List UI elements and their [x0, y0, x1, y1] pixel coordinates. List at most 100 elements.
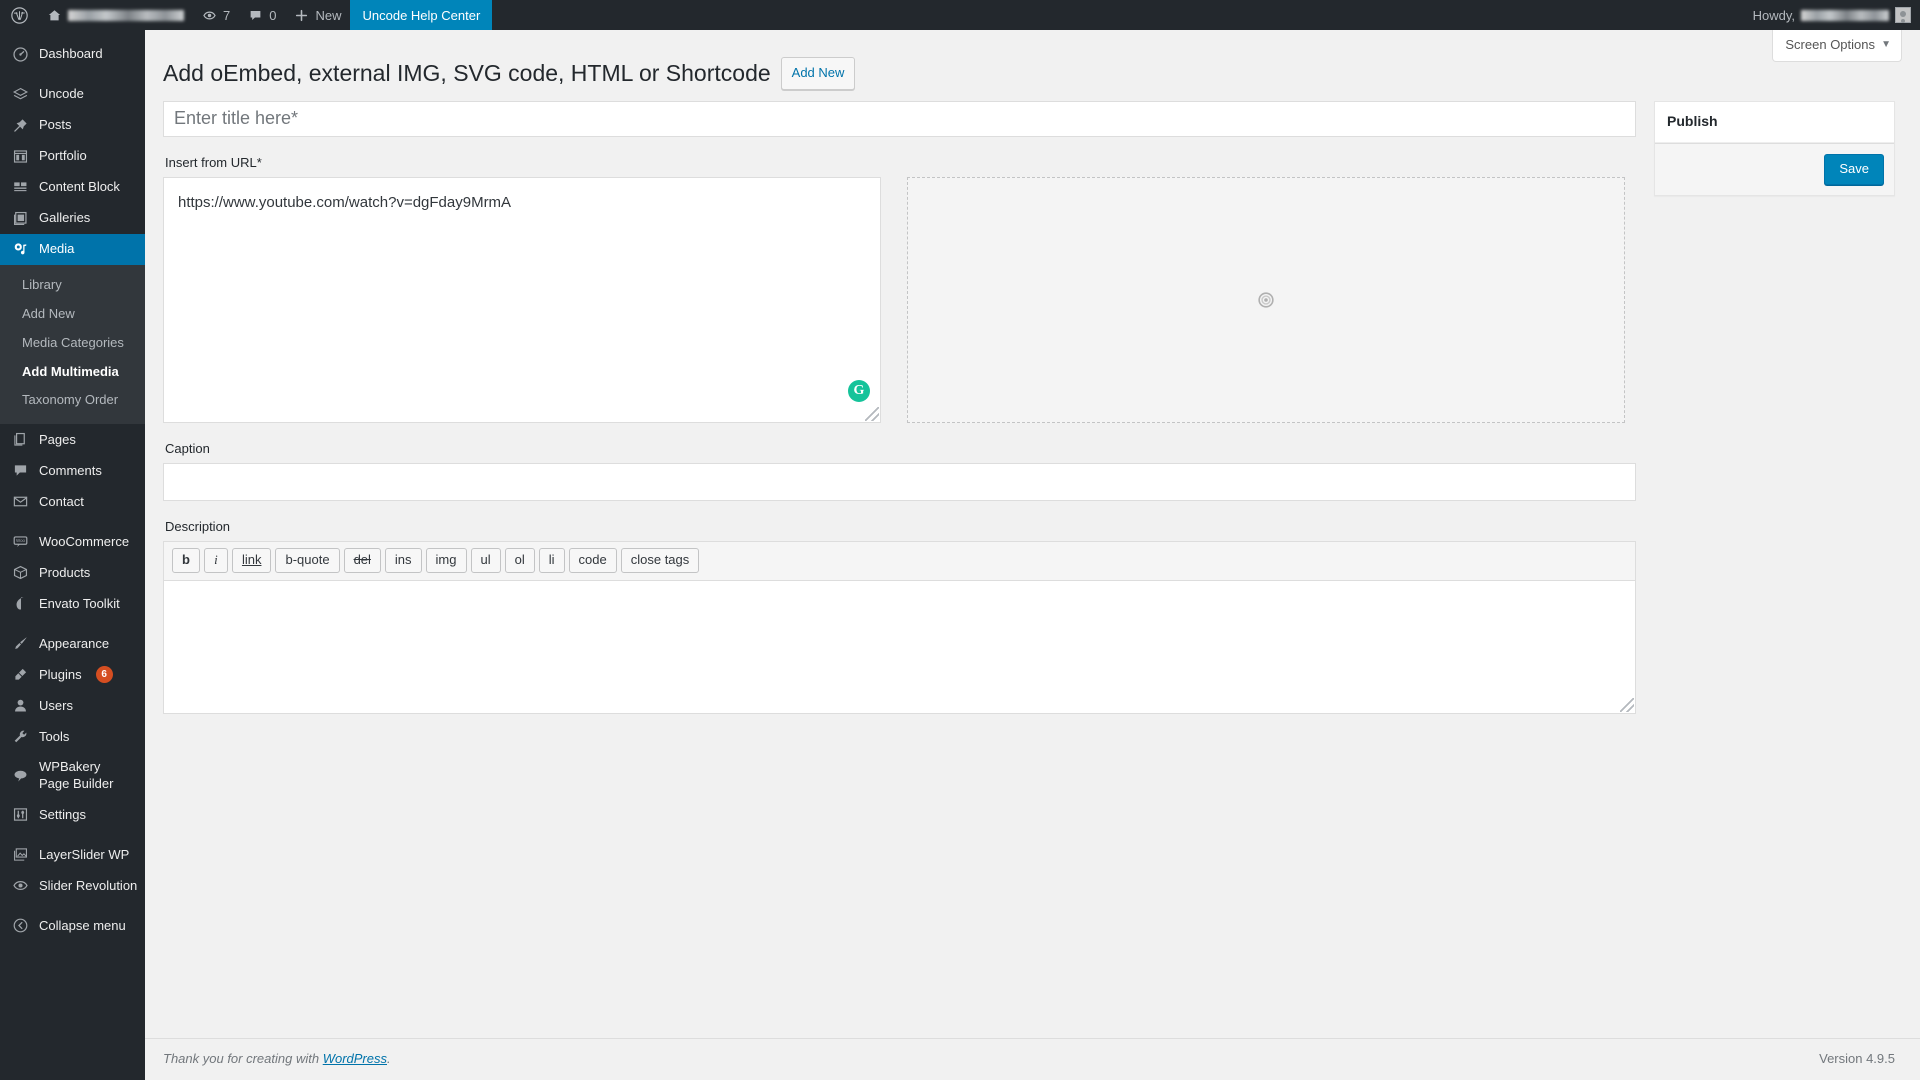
sidebar-item-posts[interactable]: Posts — [0, 110, 145, 141]
sidebar-item-comments[interactable]: Comments — [0, 455, 145, 486]
svg-text:Woo: Woo — [16, 538, 26, 543]
sidebar-item-label: Posts — [39, 117, 72, 133]
sidebar-item-users[interactable]: Users — [0, 690, 145, 721]
quicktag-close-tags-button[interactable]: close tags — [620, 547, 700, 574]
post-title-input[interactable]: Enter title here* — [163, 100, 1636, 137]
uncode-help-center-menu[interactable]: Uncode Help Center — [350, 0, 493, 30]
user-icon — [10, 696, 30, 716]
insert-from-url-label: Insert from URL* — [165, 154, 262, 170]
envato-leaf-icon — [10, 594, 30, 614]
wpbakery-icon — [10, 766, 30, 786]
new-content-menu[interactable]: New — [285, 0, 350, 30]
wordpress-logo-menu[interactable] — [0, 0, 38, 30]
quicktag-ol-button[interactable]: ol — [504, 547, 535, 574]
sidebar-item-settings[interactable]: Settings — [0, 799, 145, 830]
quicktag-bquote-button[interactable]: b-quote — [275, 547, 340, 574]
footer-thanks-suffix: . — [387, 1051, 391, 1066]
uncode-help-center-label: Uncode Help Center — [362, 7, 481, 23]
quicktag-img-button[interactable]: img — [425, 547, 467, 574]
plus-icon — [294, 8, 309, 23]
media-submenu: Library Add New Media Categories Add Mul… — [0, 265, 145, 425]
quicktag-li-button[interactable]: li — [538, 547, 565, 574]
site-name-redacted — [68, 9, 184, 21]
quicktag-b-button[interactable]: b — [172, 547, 200, 574]
sidebar-item-label: WooCommerce — [39, 533, 130, 549]
gallery-icon — [10, 209, 30, 229]
textarea-resize-handle[interactable] — [865, 406, 879, 421]
submenu-item-library[interactable]: Library — [0, 271, 145, 300]
sidebar-item-content-block[interactable]: Content Block — [0, 172, 145, 203]
wrench-icon — [10, 727, 30, 747]
textarea-resize-handle[interactable] — [1620, 698, 1634, 713]
admin-footer: Thank you for creating with WordPress. V… — [145, 1038, 1920, 1080]
admin-sidebar-menu: Dashboard Uncode Posts Portfolio Content… — [0, 30, 153, 1080]
menu-spacer — [0, 830, 145, 839]
quicktag-code-button[interactable]: code — [568, 547, 617, 574]
sidebar-item-tools[interactable]: Tools — [0, 721, 145, 752]
sidebar-item-label: Portfolio — [39, 148, 87, 164]
sidebar-item-products[interactable]: Products — [0, 557, 145, 588]
sidebar-item-collapse-menu[interactable]: Collapse menu — [0, 910, 145, 941]
sidebar-item-contact[interactable]: Contact — [0, 486, 145, 517]
comments-menu[interactable]: 0 — [239, 0, 285, 30]
post-editor-layout: Enter title here* Insert from URL* https… — [163, 94, 1895, 715]
sidebar-item-media[interactable]: Media — [0, 234, 153, 265]
sidebar-item-appearance[interactable]: Appearance — [0, 628, 145, 659]
menu-spacer — [0, 619, 145, 628]
comments-icon — [10, 461, 30, 481]
wordpress-link[interactable]: WordPress — [323, 1051, 387, 1066]
sidebar-item-plugins[interactable]: Plugins 6 — [0, 659, 145, 690]
sidebar-item-label: Plugins — [39, 666, 82, 682]
sidebar-item-galleries[interactable]: Galleries — [0, 203, 145, 234]
site-name-menu[interactable] — [38, 0, 193, 30]
sidebar-item-label: WPBakery Page Builder — [39, 759, 114, 791]
caption-input[interactable] — [163, 462, 1636, 501]
screen-options-tab[interactable]: Screen Options ▼ — [1772, 30, 1902, 62]
updates-menu[interactable]: 7 — [193, 0, 239, 30]
sidebar-item-pages[interactable]: Pages — [0, 424, 145, 455]
save-button[interactable]: Save — [1824, 153, 1884, 185]
quicktag-ins-button[interactable]: ins — [384, 547, 422, 574]
sidebar-item-envato-toolkit[interactable]: Envato Toolkit — [0, 588, 145, 619]
sidebar-item-label: LayerSlider WP — [39, 846, 130, 862]
sidebar-item-label: Dashboard — [39, 46, 103, 62]
submenu-item-media-categories[interactable]: Media Categories — [0, 329, 145, 358]
quicktag-link-button[interactable]: link — [231, 547, 272, 574]
quicktag-ul-button[interactable]: ul — [470, 547, 501, 574]
sidebar-meta-boxes: Publish Save — [1654, 100, 1895, 196]
chevron-down-icon: ▼ — [1881, 39, 1891, 50]
sidebar-item-label: Products — [39, 564, 91, 580]
add-new-button[interactable]: Add New — [780, 57, 856, 90]
pin-icon — [10, 116, 30, 136]
insert-from-url-textarea[interactable]: https://www.youtube.com/watch?v=dgFday9M… — [163, 176, 881, 423]
quicktag-i-button[interactable]: i — [203, 547, 228, 574]
avatar-icon — [1895, 7, 1911, 23]
submenu-item-add-multimedia[interactable]: Add Multimedia — [0, 358, 145, 387]
plugins-update-badge: 6 — [95, 666, 113, 684]
content-block-icon — [10, 178, 30, 198]
updates-icon — [202, 8, 217, 23]
sidebar-item-label: Galleries — [39, 210, 91, 226]
submenu-item-taxonomy-order[interactable]: Taxonomy Order — [0, 386, 145, 415]
sidebar-item-label: Appearance — [39, 635, 110, 651]
layerslider-icon — [10, 845, 30, 865]
user-name-redacted — [1801, 9, 1889, 21]
sidebar-item-layerslider-wp[interactable]: LayerSlider WP — [0, 839, 145, 870]
footer-thanks-prefix: Thank you for creating with — [163, 1051, 323, 1066]
caption-label: Caption — [165, 440, 210, 456]
menu-spacer — [0, 30, 145, 39]
sidebar-item-label: Tools — [39, 728, 70, 744]
sidebar-item-woocommerce[interactable]: Woo WooCommerce — [0, 526, 145, 557]
my-account-menu[interactable]: Howdy, — [1744, 0, 1920, 30]
sidebar-item-portfolio[interactable]: Portfolio — [0, 141, 145, 172]
quicktag-del-button[interactable]: del — [343, 547, 381, 574]
submenu-item-add-new[interactable]: Add New — [0, 300, 145, 329]
sidebar-item-dashboard[interactable]: Dashboard — [0, 39, 145, 70]
comments-count: 0 — [269, 7, 277, 23]
description-textarea[interactable] — [163, 580, 1636, 715]
sidebar-item-label: Slider Revolution — [39, 877, 138, 893]
sidebar-item-uncode[interactable]: Uncode — [0, 79, 145, 110]
sidebar-item-wpbakery-page-builder[interactable]: WPBakery Page Builder — [0, 752, 145, 799]
sidebar-item-slider-revolution[interactable]: Slider Revolution — [0, 870, 145, 901]
grammarly-icon[interactable]: G — [848, 379, 870, 402]
